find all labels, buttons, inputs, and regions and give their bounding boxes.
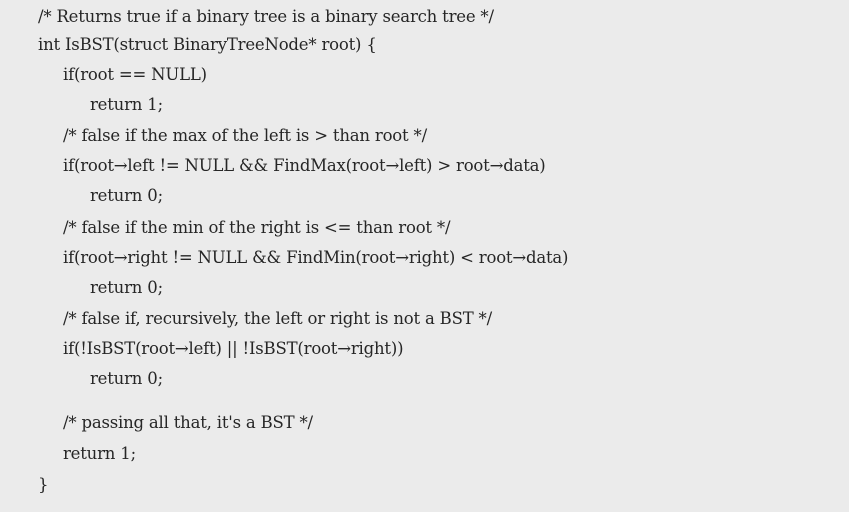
code-line-comment-max-left: /* false if the max of the left is > tha… [63,126,427,145]
code-line-comment-min-right: /* false if the min of the right is <= t… [63,218,451,237]
code-line-return-1: return 1; [63,444,136,463]
code-line-null-check: if(root == NULL) [63,65,207,84]
code-line-comment-header: /* Returns true if a binary tree is a bi… [38,7,494,26]
code-block: /* Returns true if a binary tree is a bi… [0,0,849,512]
code-line-return-0: return 0; [90,278,163,297]
code-line-return-1: return 1; [90,95,163,114]
code-line-comment-passing: /* passing all that, it's a BST */ [63,413,313,432]
code-line-function-signature: int IsBST(struct BinaryTreeNode* root) { [38,35,377,54]
code-line-recursive-check: if(!IsBST(root→left) || !IsBST(root→righ… [63,339,404,358]
code-line-comment-recursive: /* false if, recursively, the left or ri… [63,309,492,328]
code-line-closing-brace: } [38,475,49,494]
code-line-return-0: return 0; [90,369,163,388]
code-line-return-0: return 0; [90,186,163,205]
code-line-min-right-check: if(root→right != NULL && FindMin(root→ri… [63,248,569,267]
code-line-max-left-check: if(root→left != NULL && FindMax(root→lef… [63,156,546,175]
